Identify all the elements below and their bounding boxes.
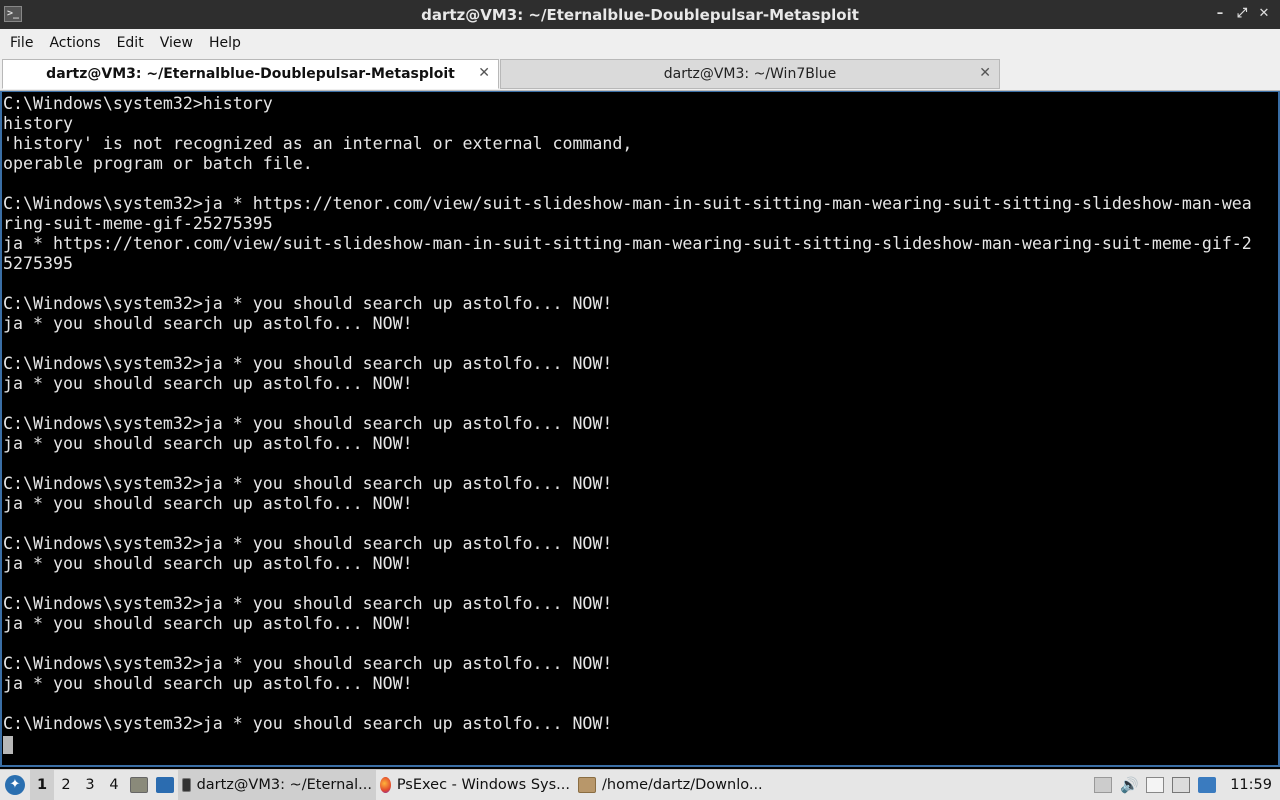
- update-notifier-icon[interactable]: [1198, 777, 1217, 793]
- menu-help[interactable]: Help: [201, 29, 249, 57]
- menu-bar: File Actions Edit View Help: [0, 29, 1280, 57]
- firefox-icon: [380, 777, 391, 793]
- tab-eternalblue[interactable]: dartz@VM3: ~/Eternalblue-Doublepulsar-Me…: [2, 59, 499, 89]
- terminal-line: ja * you should search up astolfo... NOW…: [3, 554, 413, 573]
- system-tray: 🔊 11:59: [1094, 770, 1280, 800]
- window-title: dartz@VM3: ~/Eternalblue-Doublepulsar-Me…: [421, 5, 859, 24]
- terminal-line: operable program or batch file.: [3, 154, 313, 173]
- terminal-line: ja * https://tenor.com/view/suit-slidesh…: [3, 234, 1252, 253]
- terminal-output[interactable]: C:\Windows\system32>history history'histo…: [0, 91, 1280, 767]
- tab-label: dartz@VM3: ~/Eternalblue-Doublepulsar-Me…: [46, 66, 455, 82]
- maximize-button[interactable]: ⤢: [1234, 5, 1250, 23]
- terminal-line: C:\Windows\system32>ja * you should sear…: [3, 534, 613, 553]
- show-desktop-launcher[interactable]: [152, 770, 178, 800]
- menu-file[interactable]: File: [2, 29, 41, 57]
- workspace-1[interactable]: 1: [30, 770, 54, 800]
- terminal-line: 5275395: [3, 254, 73, 273]
- terminal-line: ja * you should search up astolfo... NOW…: [3, 494, 413, 513]
- terminal-app-icon: >_: [4, 6, 22, 22]
- terminal-line: C:\Windows\system32>ja * you should sear…: [3, 294, 613, 313]
- terminal-line: C:\Windows\system32>ja * you should sear…: [3, 354, 613, 373]
- menu-edit[interactable]: Edit: [109, 29, 152, 57]
- desktop-icon: [156, 777, 174, 793]
- terminal-line: ja * you should search up astolfo... NOW…: [3, 674, 413, 693]
- close-button[interactable]: ✕: [1256, 5, 1272, 23]
- start-menu-button[interactable]: ✦: [0, 770, 30, 800]
- tab-bar: dartz@VM3: ~/Eternalblue-Doublepulsar-Me…: [0, 57, 1280, 91]
- task-label: dartz@VM3: ~/Eternal...: [196, 777, 372, 793]
- terminal-cursor-line: [3, 734, 1278, 754]
- terminal-line: C:\Windows\system32>ja * https://tenor.c…: [3, 194, 1252, 213]
- terminal-line: C:\Windows\system32>ja * you should sear…: [3, 474, 613, 493]
- archive-icon: [578, 777, 596, 793]
- network-icon[interactable]: [1172, 777, 1191, 793]
- terminal-lines: C:\Windows\system32>history history'histo…: [3, 94, 1278, 734]
- menu-view[interactable]: View: [152, 29, 201, 57]
- workspace-3[interactable]: 3: [78, 770, 102, 800]
- window-controls: – ⤢ ✕: [1212, 5, 1272, 23]
- terminal-line: C:\Windows\system32>ja * you should sear…: [3, 654, 613, 673]
- terminal-line: ja * you should search up astolfo... NOW…: [3, 314, 413, 333]
- volume-icon[interactable]: 🔊: [1120, 777, 1139, 793]
- task-firefox[interactable]: PsExec - Windows Sys...: [376, 770, 574, 800]
- eject-icon[interactable]: [1094, 777, 1113, 793]
- task-archive[interactable]: /home/dartz/Downlo...: [574, 770, 772, 800]
- clock[interactable]: 11:59: [1230, 777, 1272, 793]
- tab-label: dartz@VM3: ~/Win7Blue: [663, 66, 837, 82]
- minimize-button[interactable]: –: [1212, 5, 1228, 23]
- terminal-line: C:\Windows\system32>ja * you should sear…: [3, 714, 613, 733]
- terminal-line: ja * you should search up astolfo... NOW…: [3, 434, 413, 453]
- terminal-line: C:\Windows\system32>history: [3, 94, 273, 113]
- menu-actions[interactable]: Actions: [41, 29, 108, 57]
- window-titlebar[interactable]: >_ dartz@VM3: ~/Eternalblue-Doublepulsar…: [0, 0, 1280, 29]
- file-manager-launcher[interactable]: [126, 770, 152, 800]
- workspace-4[interactable]: 4: [102, 770, 126, 800]
- terminal-icon: [182, 778, 191, 792]
- taskbar: ✦ 1 2 3 4 dartz@VM3: ~/Eternal... PsExec…: [0, 769, 1280, 800]
- terminal-line: history: [3, 114, 73, 133]
- text-cursor: [3, 735, 13, 754]
- file-manager-icon: [130, 777, 148, 793]
- lubuntu-logo-icon: ✦: [5, 775, 25, 795]
- clipboard-icon[interactable]: [1146, 777, 1165, 793]
- task-label: PsExec - Windows Sys...: [396, 777, 570, 793]
- tab-close-icon[interactable]: ✕: [478, 65, 490, 81]
- terminal-line: 'history' is not recognized as an intern…: [3, 134, 633, 153]
- tab-close-icon[interactable]: ✕: [979, 65, 991, 81]
- terminal-line: ja * you should search up astolfo... NOW…: [3, 374, 413, 393]
- task-label: /home/dartz/Downlo...: [602, 777, 763, 793]
- terminal-line: C:\Windows\system32>ja * you should sear…: [3, 414, 613, 433]
- workspace-2[interactable]: 2: [54, 770, 78, 800]
- terminal-line: ring-suit-meme-gif-25275395: [3, 214, 273, 233]
- tab-win7blue[interactable]: dartz@VM3: ~/Win7Blue ✕: [500, 59, 1000, 89]
- task-terminal[interactable]: dartz@VM3: ~/Eternal...: [178, 770, 376, 800]
- terminal-line: C:\Windows\system32>ja * you should sear…: [3, 594, 613, 613]
- terminal-line: ja * you should search up astolfo... NOW…: [3, 614, 413, 633]
